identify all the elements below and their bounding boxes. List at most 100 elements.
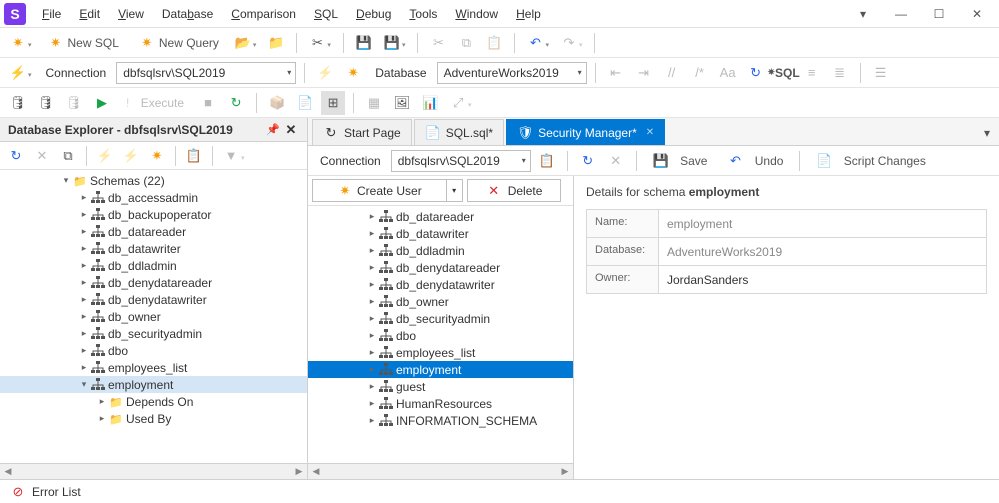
sql-tool-icon[interactable]: ✷SQL [772, 61, 796, 85]
menu-comparison[interactable]: Comparison [223, 3, 304, 25]
menu-database[interactable]: Database [154, 3, 221, 25]
redo-icon[interactable]: ↷ [557, 31, 587, 55]
execute-button[interactable]: ! Execute [118, 91, 192, 115]
maximize-button[interactable]: ☐ [921, 2, 957, 26]
new-query-button[interactable]: ✷New Query [131, 31, 227, 55]
case-icon[interactable]: Aa [716, 61, 740, 85]
save-button[interactable]: 💾 Save [645, 149, 716, 173]
sm-connection-combo[interactable]: dbfsqlsrv\SQL2019▾ [391, 150, 531, 172]
box-icon[interactable]: 📦 [265, 91, 289, 115]
tree-node[interactable]: ▸db_ddladmin [308, 242, 573, 259]
tree-node[interactable]: ▸db_securityadmin [0, 325, 307, 342]
database-combo[interactable]: AdventureWorks2019▾ [437, 62, 587, 84]
new-item-icon[interactable]: ✷ [6, 31, 36, 55]
name-field[interactable] [659, 210, 986, 237]
security-tree[interactable]: ▸db_datareader▸db_datawriter▸db_ddladmin… [308, 206, 573, 463]
tree-node[interactable]: ▸db_denydatareader [308, 259, 573, 276]
table-icon[interactable]: ▦ [362, 91, 386, 115]
menu-help[interactable]: Help [508, 3, 549, 25]
menu-tools[interactable]: Tools [401, 3, 445, 25]
tree-node[interactable]: ▾employment [0, 376, 307, 393]
panel-close-icon[interactable]: ✕ [283, 122, 299, 138]
db-icon-3[interactable]: 🛢 [62, 91, 86, 115]
tab-security-manager[interactable]: 🛡 Security Manager* ✕ [506, 119, 665, 145]
tree-node[interactable]: ▸db_backupoperator [0, 206, 307, 223]
create-user-button[interactable]: ✷Create User ▾ [312, 179, 463, 202]
db-icon-2[interactable]: 🛢 [34, 91, 58, 115]
minimize-button[interactable]: — [883, 2, 919, 26]
connection-icon[interactable]: ⚡ [6, 61, 36, 85]
db-icon-1[interactable]: 🛢 [6, 91, 30, 115]
tree-node[interactable]: ▾Schemas (22) [0, 172, 307, 189]
doc-icon[interactable]: 📄 [293, 91, 317, 115]
tree-node[interactable]: ▸employees_list [308, 344, 573, 361]
tree-node[interactable]: ▸db_ddladmin [0, 257, 307, 274]
tree-node[interactable]: ▸db_owner [308, 293, 573, 310]
image-icon[interactable]: 🖼 [390, 91, 414, 115]
run-icon[interactable]: ▶ [90, 91, 114, 115]
tree-node[interactable]: ▸Depends On [0, 393, 307, 410]
create-user-dropdown[interactable]: ▾ [446, 180, 462, 201]
database-field[interactable] [659, 238, 986, 265]
indent-right-icon[interactable]: ⇥ [632, 61, 656, 85]
dropdown-icon[interactable]: ▾ [845, 2, 881, 26]
tree-node[interactable]: ▸db_securityadmin [308, 310, 573, 327]
tree-node[interactable]: ▸dbo [0, 342, 307, 359]
h-scrollbar[interactable]: ◀▶ [0, 463, 307, 479]
refresh-icon[interactable]: ↻ [744, 61, 768, 85]
tree-node[interactable]: ▸db_denydatawriter [0, 291, 307, 308]
explorer-tree[interactable]: ▾Schemas (22)▸db_accessadmin▸db_backupop… [0, 170, 307, 463]
expand-icon[interactable]: ⤢ [446, 91, 476, 115]
tab-menu-icon[interactable]: ▾ [975, 121, 999, 145]
chart-icon[interactable]: 📊 [418, 91, 442, 115]
close-button[interactable]: ✕ [959, 2, 995, 26]
save-all-icon[interactable]: 💾 [380, 31, 410, 55]
open-icon[interactable]: 📂 [231, 31, 261, 55]
refresh3-icon[interactable]: ↻ [224, 91, 248, 115]
tree-node[interactable]: ▸employees_list [0, 359, 307, 376]
list-icon[interactable]: ☰ [869, 61, 893, 85]
h-scrollbar-mid[interactable]: ◀▶ [308, 463, 573, 479]
delete-icon[interactable]: ✕ [30, 144, 54, 168]
tree-node[interactable]: ▸guest [308, 378, 573, 395]
pin-icon[interactable]: 📌 [265, 122, 281, 138]
tab-start-page[interactable]: ↻ Start Page [312, 119, 412, 145]
tree-node[interactable]: ▸db_datawriter [0, 240, 307, 257]
comment-icon[interactable]: // [660, 61, 684, 85]
tree-node[interactable]: ▸db_denydatawriter [308, 276, 573, 293]
menu-view[interactable]: View [110, 3, 152, 25]
plug3-icon[interactable]: ✷ [145, 144, 169, 168]
sm-refresh-icon[interactable]: ↻ [576, 149, 600, 173]
tree-node[interactable]: ▸db_denydatareader [0, 274, 307, 291]
tree-node[interactable]: ▸Used By [0, 410, 307, 427]
copy-icon[interactable]: ⧉ [454, 31, 478, 55]
indent-left-icon[interactable]: ⇤ [604, 61, 628, 85]
sm-copy-icon[interactable]: 📋 [535, 149, 559, 173]
close-tab-icon[interactable]: ✕ [646, 127, 654, 138]
new-conn-icon[interactable]: ✷ [341, 61, 365, 85]
undo-button[interactable]: ↶ Undo [719, 149, 791, 173]
cut-dropdown-icon[interactable]: ✂ [305, 31, 335, 55]
menu-debug[interactable]: Debug [348, 3, 399, 25]
error-list-label[interactable]: Error List [32, 485, 81, 499]
plug2-icon[interactable]: ⚡ [119, 144, 143, 168]
format-icon[interactable]: ≡ [800, 61, 824, 85]
plug-icon[interactable]: ⚡ [93, 144, 117, 168]
tree-node[interactable]: ▸HumanResources [308, 395, 573, 412]
clipboard-icon[interactable]: 📋 [182, 144, 206, 168]
script-changes-button[interactable]: 📄 Script Changes [808, 149, 933, 173]
reload-icon[interactable]: ↻ [4, 144, 28, 168]
cut-icon[interactable]: ✂ [426, 31, 450, 55]
undo-icon[interactable]: ↶ [523, 31, 553, 55]
folder-icon[interactable]: 📁 [264, 31, 288, 55]
delete-button[interactable]: ✕ Delete [467, 179, 562, 202]
menu-window[interactable]: Window [447, 3, 506, 25]
tree-node[interactable]: ▸dbo [308, 327, 573, 344]
grid-icon[interactable]: ⊞ [321, 91, 345, 115]
sm-cancel-icon[interactable]: ✕ [604, 149, 628, 173]
menu-sql[interactable]: SQL [306, 3, 346, 25]
filter-icon[interactable]: ▼ [219, 144, 249, 168]
tree-node[interactable]: ▸db_accessadmin [0, 189, 307, 206]
uncomment-icon[interactable]: /* [688, 61, 712, 85]
new-sql-button[interactable]: ✷New SQL [40, 31, 127, 55]
